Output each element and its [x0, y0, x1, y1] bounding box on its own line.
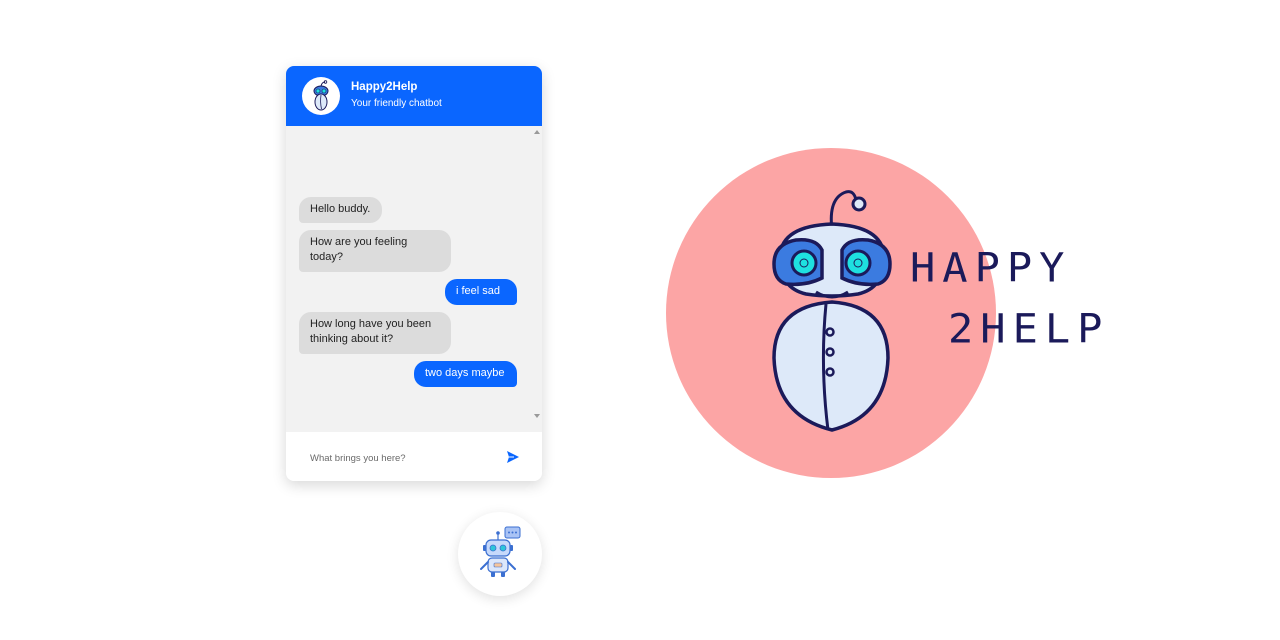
scroll-down-icon[interactable] [534, 414, 540, 418]
logo-text-line1: HAPPY [910, 244, 1072, 291]
message-list[interactable]: Hello buddy. How are you feeling today? … [286, 126, 532, 480]
user-message: i feel sad [445, 279, 517, 305]
bot-name: Happy2Help [351, 81, 418, 93]
bot-message: Hello buddy. [299, 197, 382, 223]
chatbot-launcher-button[interactable] [458, 512, 542, 596]
input-bar [286, 432, 542, 481]
user-message: two days maybe [414, 361, 517, 387]
robot-logo [766, 186, 896, 441]
scroll-up-icon[interactable] [534, 130, 540, 134]
logo-text-line2: 2HELP [948, 305, 1110, 352]
message-scrollbar[interactable] [532, 126, 542, 422]
send-icon [507, 451, 519, 463]
robot-logo-icon [772, 190, 892, 432]
bot-message: How are you feeling today? [299, 230, 451, 272]
send-button[interactable] [504, 449, 522, 465]
chat-header: Happy2Help Your friendly chatbot [286, 66, 542, 126]
bot-avatar [302, 77, 340, 115]
message-input[interactable] [308, 448, 502, 468]
bot-message: How long have you been thinking about it… [299, 312, 451, 354]
bot-tagline: Your friendly chatbot [351, 98, 442, 109]
chatbot-launcher-icon [480, 526, 521, 577]
chat-window: Happy2Help Your friendly chatbot Hello b… [286, 66, 542, 481]
robot-avatar-icon [313, 80, 329, 111]
